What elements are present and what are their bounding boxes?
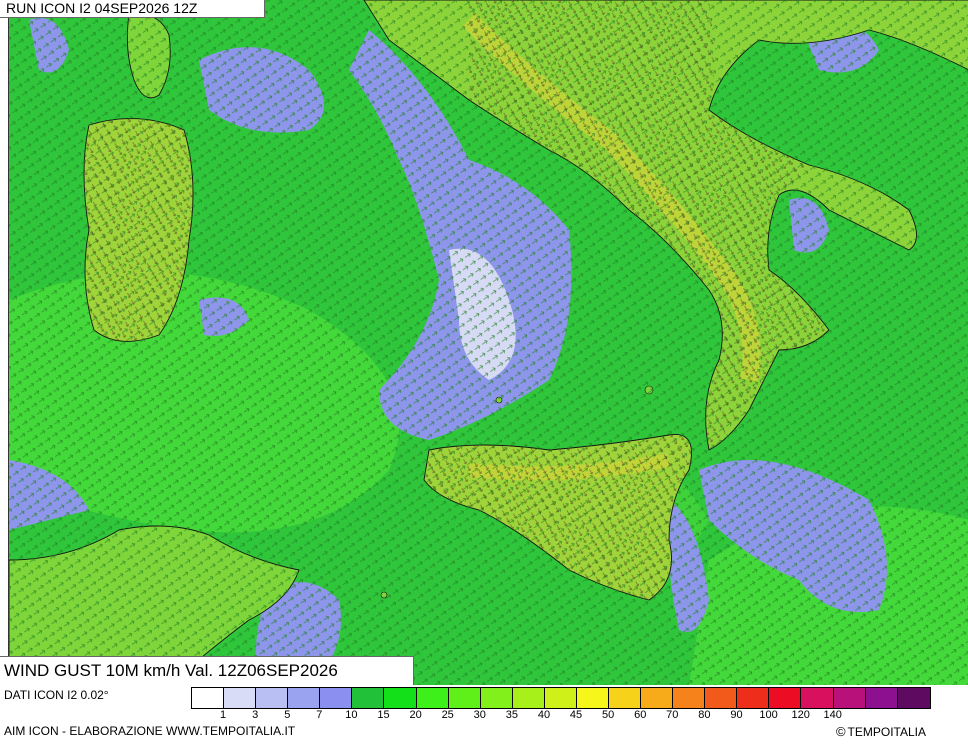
legend-swatch [705,688,738,708]
map-canvas [9,0,968,685]
legend-swatch [224,688,257,708]
legend-swatch [737,688,770,708]
legend-tick-label: 1 [220,709,227,721]
legend-swatch [288,688,321,708]
color-legend [191,687,931,709]
legend-tick-label: 140 [823,709,842,721]
copyright-icon: © [835,724,846,739]
data-source-label: DATI ICON I2 0.02° [4,688,109,702]
legend-swatch [192,688,225,708]
wind-gust-map [8,0,968,685]
legend-tick-label: 45 [569,709,583,721]
legend-swatch [384,688,417,708]
legend-swatch [256,688,289,708]
legend-tick-label: 25 [441,709,454,721]
legend-swatch [865,688,898,708]
legend-swatch [641,688,674,708]
legend-swatch [480,688,513,708]
legend-tick-label: 90 [730,709,743,721]
legend-tick-label: 120 [791,709,810,721]
legend-swatch [512,688,545,708]
run-label: RUN ICON I2 04SEP2026 12Z [0,0,265,18]
legend-tick-label: 40 [537,709,551,721]
copyright-name: TEMPOITALIA [847,725,926,739]
legend-swatch [448,688,481,708]
legend-tick-label: 35 [505,709,518,721]
legend-tick-label: 100 [759,709,778,721]
legend-tick-label: 50 [602,709,615,721]
legend-swatch [673,688,706,708]
legend-tick-label: 70 [666,709,679,721]
legend-swatch [609,688,642,708]
legend-tick-label: 10 [345,709,358,721]
legend-swatch [544,688,577,708]
legend-swatch [576,688,610,708]
legend-tick-label: 5 [284,709,291,721]
legend-tick-label: 3 [252,709,259,721]
legend-swatch [320,688,353,708]
legend-tick-label: 15 [377,709,390,721]
legend-swatch [833,688,866,708]
legend-tick-label: 80 [698,709,711,721]
legend-swatch [769,688,802,708]
legend-swatch [897,688,930,708]
copyright-label: © TEMPOITALIA [836,724,926,739]
legend-labels: 1 3 5 7 10 15 20 25 30 35 40 45 50 60 70 80 90 100 120 140 [191,709,929,723]
legend-swatch [416,688,449,708]
map-title: WIND GUST 10M km/h Val. 12Z06SEP2026 [0,656,414,685]
legend-tick-label: 60 [634,709,647,721]
legend-swatch [352,688,385,708]
legend-tick-label: 20 [409,709,422,721]
credit-label: AIM ICON - ELABORAZIONE WWW.TEMPOITALIA.… [4,724,296,738]
legend-swatch [801,688,834,708]
legend-tick-label: 7 [316,709,323,721]
legend-tick-label: 30 [473,709,486,721]
